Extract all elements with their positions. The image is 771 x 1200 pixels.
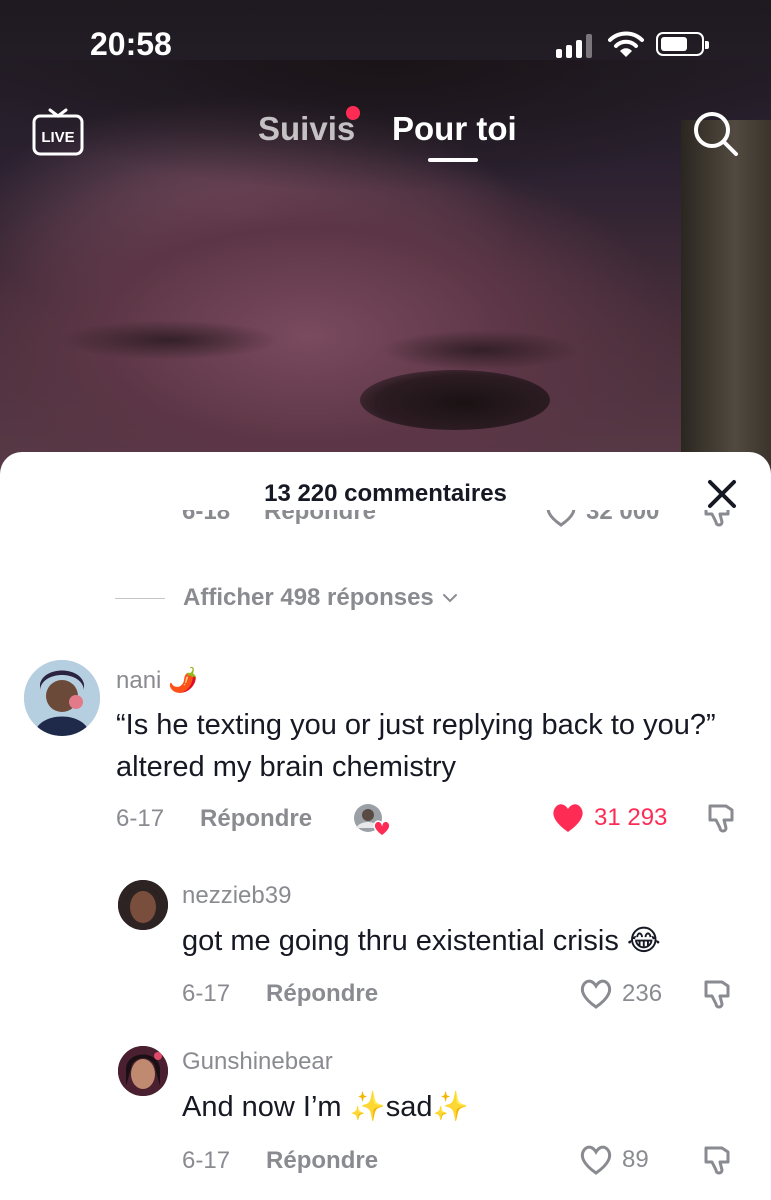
- cellular-signal-icon: [556, 34, 592, 58]
- comment-date: 6-17: [182, 1147, 231, 1174]
- comment-meta: 6-17 Répondre: [116, 805, 312, 833]
- status-bar: 20:58: [0, 0, 771, 90]
- notification-dot: [346, 106, 360, 120]
- video-background-door: [681, 120, 771, 480]
- comments-count-title: 13 220 commentaires: [264, 480, 507, 507]
- search-icon[interactable]: [692, 108, 740, 160]
- show-more-replies-label: Afficher 498 réponses: [183, 584, 434, 611]
- like-button[interactable]: 236: [578, 978, 662, 1010]
- like-button[interactable]: 89: [578, 1144, 649, 1176]
- cutoff-like-count: 32 000: [586, 510, 660, 525]
- dislike-icon[interactable]: [700, 1144, 734, 1178]
- chevron-down-icon: [442, 594, 457, 603]
- video-brow: [380, 330, 580, 370]
- comment-text: got me going thru existential crisis 😂: [182, 925, 661, 957]
- video-eye: [360, 370, 550, 430]
- like-count: 31 293: [594, 804, 668, 831]
- divider: [115, 597, 165, 599]
- reply-button[interactable]: Répondre: [266, 1147, 378, 1175]
- comments-sheet: 13 220 commentaires 6-18 Répondre 32 000…: [0, 452, 771, 1200]
- creator-liked-icon: [354, 804, 391, 837]
- heart-icon: [580, 979, 612, 1009]
- reply-button[interactable]: Répondre: [200, 805, 312, 833]
- svg-text:LIVE: LIVE: [41, 129, 74, 146]
- avatar-photo: [118, 880, 168, 930]
- comment-date: 6-17: [116, 805, 165, 832]
- video-hair-shadow: [0, 60, 771, 280]
- status-time: 20:58: [90, 26, 172, 62]
- battery-icon: [656, 32, 709, 56]
- comment-text: And now I’m ✨sad✨: [182, 1091, 469, 1123]
- comment-text: “Is he texting you or just replying back…: [116, 709, 716, 783]
- comment-meta: 6-17 Répondre: [182, 1147, 378, 1175]
- cutoff-reply-link[interactable]: Répondre: [264, 510, 376, 526]
- comment-username[interactable]: Gunshinebear: [182, 1048, 333, 1076]
- comment-meta: 6-17 Répondre: [182, 980, 378, 1008]
- heart-icon: [580, 1145, 612, 1175]
- avatar[interactable]: [24, 660, 100, 736]
- close-icon[interactable]: [706, 478, 738, 510]
- like-count: 236: [622, 980, 663, 1007]
- comment-username[interactable]: nezzieb39: [182, 882, 291, 910]
- heart-icon[interactable]: [544, 510, 578, 528]
- active-tab-indicator: [428, 158, 478, 162]
- heart-icon: [553, 804, 583, 832]
- tab-following[interactable]: Suivis: [258, 110, 355, 148]
- live-icon[interactable]: LIVE: [30, 104, 86, 160]
- avatar[interactable]: [118, 880, 168, 930]
- reply-button[interactable]: Répondre: [266, 980, 378, 1008]
- avatar-illustration: [24, 660, 100, 736]
- avatar-photo: [118, 1046, 168, 1096]
- like-button[interactable]: 31 293: [550, 802, 667, 834]
- dislike-icon[interactable]: [700, 510, 734, 530]
- tab-for-you[interactable]: Pour toi: [392, 110, 517, 148]
- cutoff-comment-meta: 6-18 Répondre 32 000: [0, 510, 771, 540]
- avatar[interactable]: [118, 1046, 168, 1096]
- like-count: 89: [622, 1146, 649, 1173]
- dislike-icon[interactable]: [704, 802, 738, 836]
- dislike-icon[interactable]: [700, 978, 734, 1012]
- cutoff-date: 6-18: [182, 510, 231, 525]
- comment-date: 6-17: [182, 980, 231, 1007]
- top-navigation: LIVE Suivis Pour toi: [0, 100, 771, 170]
- wifi-icon: [608, 31, 644, 57]
- show-more-replies[interactable]: Afficher 498 réponses: [115, 584, 458, 612]
- comment-username[interactable]: nani 🌶️: [116, 666, 198, 695]
- video-brow: [60, 320, 280, 360]
